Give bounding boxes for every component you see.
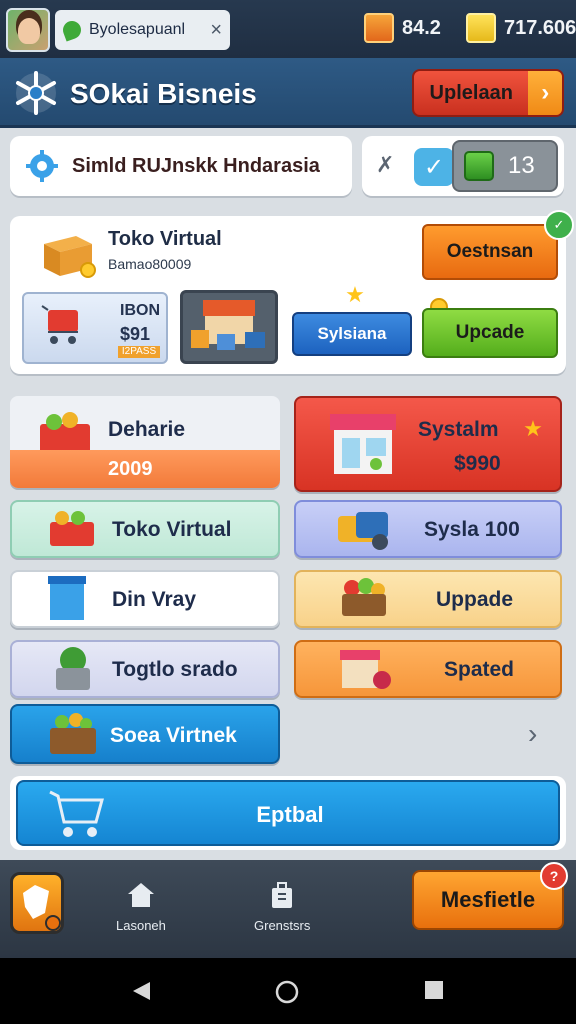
cart-icon: [41, 305, 78, 344]
main-panel: Simld RUJnskk Hndarasia ✗ ✓ 13 Toko Virt…: [0, 128, 576, 860]
watermelon-basket-icon: [56, 647, 90, 690]
spated-label: Spated: [444, 658, 515, 681]
nav-inventory-label: Grenstsrs: [254, 918, 311, 933]
search-label: Simld RUJnskk Hndarasia: [72, 154, 320, 177]
top-status-bar: Byolesapuanl × 84.2 717.606: [0, 0, 576, 58]
shop-card: Toko Virtual Bamao80009 IBON $91 I2PASS …: [10, 210, 574, 374]
wrench-icon[interactable]: ✗: [376, 152, 394, 178]
app-title: SOkai Bisneis: [70, 78, 257, 109]
resource-counter-b[interactable]: 717.606: [466, 10, 576, 46]
behariel-tile[interactable]: Deharie 2009: [10, 396, 280, 488]
item-title: IBON: [120, 302, 160, 319]
gem-counter[interactable]: 13: [452, 140, 558, 192]
check-badge-icon: ✓: [544, 210, 574, 240]
resource-a-value: 84.2: [402, 16, 441, 39]
system-shop-label: Systalm: [418, 418, 499, 441]
togtlo-label: Togtlo srado: [112, 658, 238, 681]
resource-counter-a[interactable]: 84.2: [364, 10, 441, 46]
system-navigation-bar: [0, 958, 576, 1024]
behariel-label: Deharie: [108, 418, 186, 441]
player-tab-label: Byolesapuanl: [89, 21, 186, 38]
storefront-icon: [191, 300, 265, 350]
player-tab[interactable]: Byolesapuanl ×: [55, 10, 230, 50]
market-stall-icon: [340, 650, 391, 689]
toko-virtual-label: Toko Virtual: [112, 518, 232, 541]
gear-icon: [26, 150, 58, 182]
shop-name: Toko Virtual: [108, 228, 222, 250]
spated-tile[interactable]: Spated: [294, 640, 562, 698]
nav-inventory[interactable]: Grenstsrs: [254, 880, 310, 933]
sysla-tile[interactable]: Sysla 100: [294, 500, 562, 558]
basket-icon: [50, 511, 94, 546]
close-icon[interactable]: ×: [210, 19, 222, 42]
backpack-icon: [364, 13, 394, 43]
sysla-label: Sysla 100: [424, 518, 520, 541]
bottom-dock: Lasoneh Grenstsrs Mesfietle ?: [0, 860, 576, 958]
behariel-bar: 2009: [10, 450, 280, 488]
system-shop-price: $990: [454, 452, 501, 475]
nav-home[interactable]: Lasoneh: [116, 880, 166, 933]
system-shop-tile[interactable]: Systalm ★ $990: [294, 396, 562, 492]
produce-crate-icon: [50, 713, 96, 754]
system-button[interactable]: Sylsiana: [292, 312, 412, 356]
player-avatar[interactable]: [6, 8, 50, 52]
behariel-value: 2009: [108, 458, 153, 480]
fruit-basket-icon: [342, 578, 386, 616]
chevron-right-icon[interactable]: ›: [528, 718, 537, 750]
gold-icon: [466, 13, 496, 43]
star-icon: ★: [345, 282, 365, 307]
snowflake-logo-icon: [16, 71, 56, 115]
chevron-right-icon: ›: [528, 71, 562, 115]
crate-icon: [44, 236, 96, 278]
uppade-tile[interactable]: Uppade: [294, 570, 562, 628]
ticket-icon: [338, 512, 388, 550]
bag-icon: [272, 882, 293, 908]
gem-icon: [464, 151, 494, 181]
soea-virtnek-tile[interactable]: Soea Virtnek: [10, 704, 280, 764]
home-icon: [127, 883, 154, 907]
leaf-icon: [60, 18, 84, 42]
shield-icon: [23, 885, 61, 931]
wide-button-frame: Eptbal: [10, 776, 566, 850]
recents-icon[interactable]: [424, 980, 444, 1000]
destination-button[interactable]: Oestnsan: [422, 224, 558, 280]
tools-panel: ✗ ✓ 13: [362, 136, 564, 196]
home-circle-icon[interactable]: [275, 980, 299, 1004]
eptbal-label: Eptbal: [256, 802, 324, 827]
trash-bin-icon: [48, 576, 86, 620]
title-bar: SOkai Bisneis Uplelaan ›: [0, 58, 576, 128]
upgrade-button[interactable]: Uplelaan ›: [412, 69, 564, 117]
eptbal-button[interactable]: Eptbal: [16, 780, 560, 846]
din-vray-label: Din Vray: [112, 588, 197, 611]
soea-virtnek-label: Soea Virtnek: [110, 724, 237, 747]
back-icon[interactable]: [130, 980, 152, 1002]
item-badge: I2PASS: [118, 346, 160, 358]
check-button[interactable]: ✓: [414, 148, 454, 186]
search-bar[interactable]: Simld RUJnskk Hndarasia: [10, 136, 352, 196]
toko-virtual-tile[interactable]: Toko Virtual: [10, 500, 280, 558]
gem-count: 13: [508, 152, 535, 179]
togtlo-tile[interactable]: Togtlo srado: [10, 640, 280, 698]
din-vray-tile[interactable]: Din Vray: [10, 570, 280, 628]
shop-building-icon: [330, 414, 396, 474]
star-icon: ★: [523, 416, 543, 441]
shop-subtitle: Bamao80009: [108, 256, 192, 272]
update-button[interactable]: Upcade: [422, 308, 558, 358]
store-preview[interactable]: [180, 290, 278, 364]
home-emblem-button[interactable]: [10, 872, 64, 934]
notification-badge-icon[interactable]: ?: [540, 862, 568, 890]
item-price: $91: [120, 324, 151, 344]
upgrade-label: Uplelaan: [429, 81, 513, 104]
shop-item-tile[interactable]: IBON $91 I2PASS: [22, 292, 168, 364]
resource-b-value: 717.606: [504, 16, 576, 39]
nav-home-label: Lasoneh: [116, 918, 166, 933]
uppade-label: Uppade: [436, 588, 514, 611]
